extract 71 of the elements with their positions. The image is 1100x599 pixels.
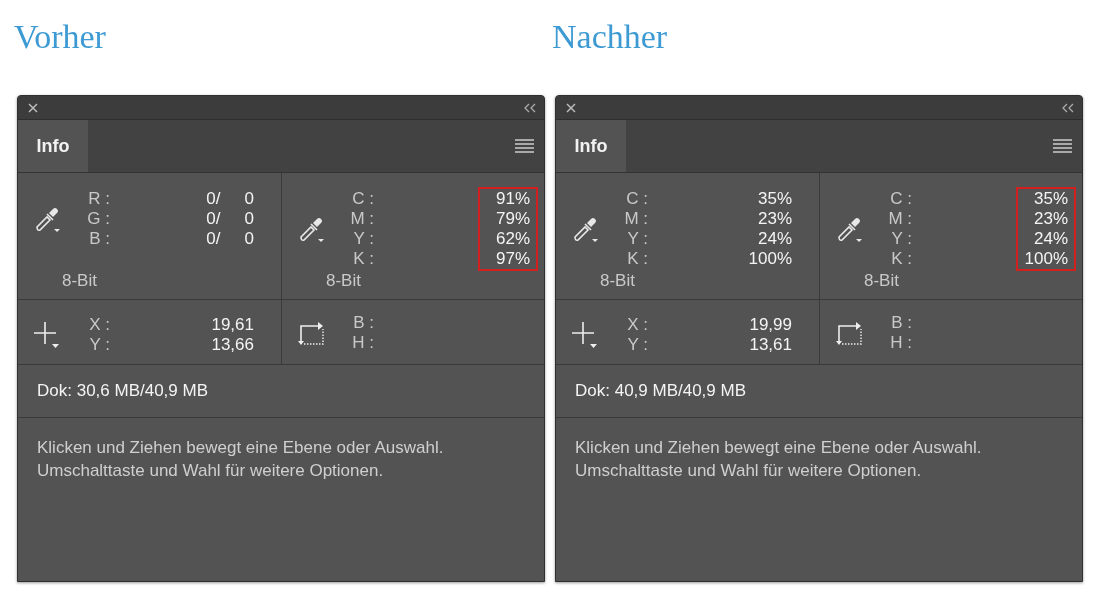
channel-value: 23% [757,209,792,229]
channel-value: 79% [495,209,530,229]
channel-label: Y : [88,335,110,355]
channel-value: 35% [1033,189,1068,209]
channel-label: Y : [626,335,648,355]
selection-size-icon [836,319,863,347]
channel-label: C : [889,189,912,209]
channel-value: 19,61 [211,315,254,335]
panel-tab[interactable]: Info [556,120,626,172]
collapse-icon[interactable] [1062,102,1074,113]
bit-depth-label: 8-Bit [600,271,635,290]
eyedropper-icon[interactable] [298,215,326,243]
bit-depth-label: 8-Bit [62,271,97,290]
document-size-text: Dok: 40,9 MB/40,9 MB [575,380,747,403]
channel-label: G : [86,209,110,229]
channel-label: Y : [626,229,648,249]
channel-label: Y : [890,229,912,249]
selection-size-icon [298,319,325,347]
channel-label: X : [88,315,110,335]
hint-text: Klicken und Ziehen bewegt eine Ebene oder Auswahl. Umschalttaste und Wahl für weitere Optionen. [575,438,982,480]
channel-value: 0 [244,229,254,249]
channel-value: 35% [757,189,792,209]
close-icon[interactable] [28,102,38,113]
channel-value: 0/ [206,209,221,229]
channel-value: 24% [1033,229,1068,249]
close-icon[interactable] [566,102,576,113]
channel-label: B : [352,313,374,333]
panel-tab[interactable]: Info [18,120,88,172]
eyedropper-icon[interactable] [572,215,600,243]
document-size-text: Dok: 30,6 MB/40,9 MB [37,380,209,403]
crosshair-icon[interactable] [34,321,60,349]
channel-label: B : [88,229,110,249]
channel-value: 0 [244,189,254,209]
channel-label: K : [890,249,912,269]
channel-label: Y : [352,229,374,249]
channel-value: 24% [757,229,792,249]
channel-value: 19,99 [749,315,792,335]
channel-label: H : [351,333,374,353]
bit-depth-label: 8-Bit [864,271,899,290]
channel-value: 91% [495,189,530,209]
eyedropper-icon[interactable] [34,205,62,233]
channel-value: 0/ [206,229,221,249]
channel-label: K : [352,249,374,269]
hint-text: Klicken und Ziehen bewegt eine Ebene oder Auswahl. Umschalttaste und Wahl für weitere Optionen. [37,438,444,480]
menu-icon[interactable] [1053,139,1072,153]
menu-icon[interactable] [515,139,534,153]
channel-label: M : [887,209,912,229]
channel-value: 13,61 [749,335,792,355]
channel-label: H : [889,333,912,353]
channel-value: 62% [495,229,530,249]
channel-value: 0/ [206,189,221,209]
channel-label: M : [349,209,374,229]
collapse-icon[interactable] [524,102,536,113]
crosshair-icon[interactable] [572,321,598,349]
section-heading: Vorher [14,18,106,55]
channel-label: K : [626,249,648,269]
channel-value: 100% [1024,249,1068,269]
channel-value: 0 [244,209,254,229]
channel-label: B : [890,313,912,333]
channel-label: R : [87,189,110,209]
channel-label: X : [626,315,648,335]
channel-label: C : [625,189,648,209]
bit-depth-label: 8-Bit [326,271,361,290]
section-heading: Nachher [552,18,668,55]
channel-value: 13,66 [211,335,254,355]
channel-value: 23% [1033,209,1068,229]
channel-value: 97% [495,249,530,269]
eyedropper-icon[interactable] [836,215,864,243]
channel-value: 100% [748,249,792,269]
channel-label: C : [351,189,374,209]
channel-label: M : [623,209,648,229]
